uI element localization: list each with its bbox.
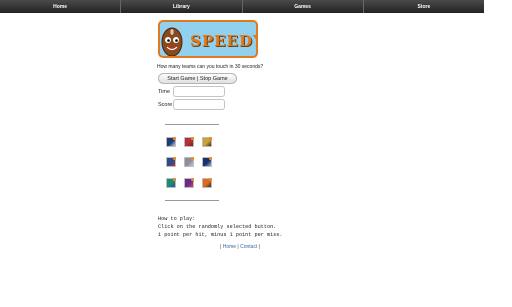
team-marker-icon bbox=[191, 157, 194, 160]
team-marker-icon bbox=[173, 178, 176, 181]
nav-home[interactable]: Home bbox=[0, 0, 122, 13]
start-stop-button[interactable]: Start Game | Stop Game bbox=[158, 73, 237, 84]
team-button[interactable] bbox=[166, 137, 176, 147]
footer-sep: | bbox=[257, 244, 261, 250]
time-label: Time bbox=[158, 89, 171, 95]
team-marker-icon bbox=[191, 137, 194, 140]
team-marker-icon bbox=[173, 157, 176, 160]
nav-library[interactable]: Library bbox=[121, 0, 243, 13]
team-button[interactable] bbox=[184, 157, 194, 167]
team-button[interactable] bbox=[202, 137, 212, 147]
team-marker-icon bbox=[209, 137, 212, 140]
score-field[interactable] bbox=[173, 99, 225, 110]
team-grid bbox=[164, 135, 216, 190]
speedy-logo: SPEEDY bbox=[158, 20, 258, 58]
time-field[interactable] bbox=[173, 86, 225, 97]
team-marker-icon bbox=[191, 178, 194, 181]
how-to-play: How to play: Click on the randomly selec… bbox=[158, 215, 283, 239]
footer-links: | Home | Contact | bbox=[220, 244, 260, 250]
team-button[interactable] bbox=[184, 137, 194, 147]
footer-home-link[interactable]: Home bbox=[223, 244, 236, 250]
team-button[interactable] bbox=[202, 157, 212, 167]
team-button[interactable] bbox=[202, 178, 212, 188]
team-marker-icon bbox=[209, 157, 212, 160]
logo-text: SPEEDY bbox=[190, 32, 258, 50]
game-prompt: How many teams can you touch in 30 secon… bbox=[157, 64, 264, 70]
divider-top bbox=[165, 124, 219, 125]
team-button[interactable] bbox=[166, 157, 176, 167]
nav-store[interactable]: Store bbox=[364, 0, 484, 13]
team-marker-icon bbox=[209, 178, 212, 181]
howto-title: How to play: bbox=[158, 216, 196, 222]
howto-line-1: Click on the randomly selected button. bbox=[158, 224, 277, 230]
team-marker-icon bbox=[173, 137, 176, 140]
football-mascot-icon bbox=[161, 27, 183, 56]
footer-contact-link[interactable]: Contact bbox=[240, 244, 257, 250]
team-button[interactable] bbox=[166, 178, 176, 188]
top-nav: Home Library Games Store bbox=[0, 0, 484, 13]
divider-bottom bbox=[165, 200, 219, 201]
nav-games[interactable]: Games bbox=[243, 0, 364, 13]
howto-line-2: 1 point per hit, minus 1 point per miss. bbox=[158, 232, 283, 238]
team-button[interactable] bbox=[184, 178, 194, 188]
score-label: Score bbox=[158, 102, 173, 108]
